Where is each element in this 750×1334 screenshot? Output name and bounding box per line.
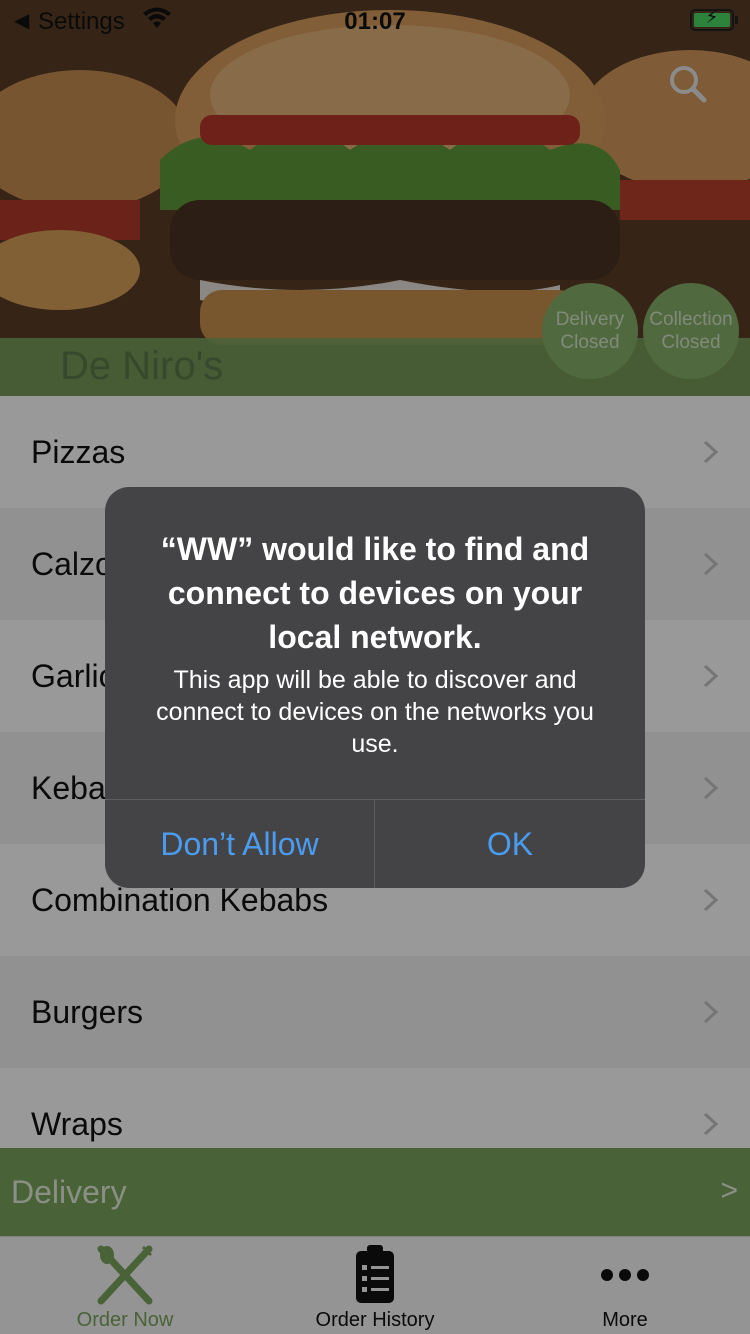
alert-actions: Don’t Allow OK [105, 799, 645, 888]
alert-message: This app will be able to discover and co… [156, 666, 594, 758]
dont-allow-button[interactable]: Don’t Allow [105, 800, 375, 888]
ok-button[interactable]: OK [375, 800, 645, 888]
local-network-permission-alert: “WW” would like to find and connect to d… [105, 487, 645, 888]
alert-title: “WW” would like to find and connect to d… [160, 531, 590, 655]
